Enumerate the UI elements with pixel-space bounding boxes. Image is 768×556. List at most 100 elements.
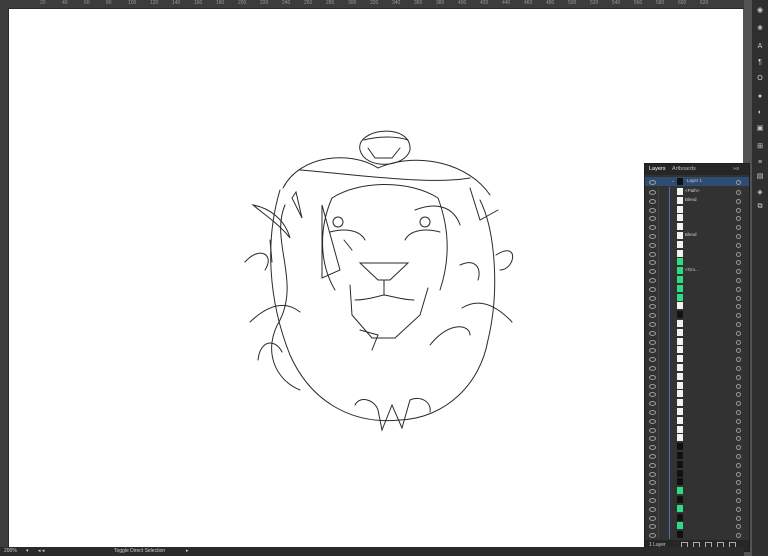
layer-sub-row[interactable] — [645, 477, 749, 487]
visibility-circle-icon[interactable] — [736, 489, 741, 495]
visibility-circle-icon[interactable] — [736, 278, 741, 283]
visibility-circle-icon[interactable] — [736, 445, 741, 451]
visibility-circle-icon[interactable] — [736, 383, 741, 389]
layer-sub-row[interactable] — [645, 433, 749, 443]
eye-icon[interactable] — [649, 269, 656, 275]
layer-row-layer-1[interactable]: ⌄ Layer 1 — [645, 177, 749, 186]
opentype-icon[interactable]: O — [754, 74, 766, 83]
layer-sub-row[interactable] — [645, 451, 749, 460]
eye-icon[interactable] — [649, 313, 656, 319]
visibility-circle-icon[interactable] — [736, 471, 741, 477]
layer-sub-row[interactable] — [645, 301, 749, 311]
eye-icon[interactable] — [649, 190, 656, 195]
layer-sub-row[interactable] — [645, 248, 749, 258]
status-arrow-icon[interactable]: ▸ — [186, 547, 189, 556]
eye-icon[interactable] — [649, 533, 656, 539]
visibility-circle-icon[interactable] — [736, 260, 741, 266]
lock-column[interactable] — [658, 442, 659, 452]
eye-icon[interactable] — [649, 392, 656, 398]
tab-artboards[interactable]: Artboards — [672, 166, 696, 172]
panel-menu-icon[interactable]: »≡ — [733, 166, 739, 172]
layer-sub-row[interactable] — [645, 459, 749, 469]
eye-icon[interactable] — [649, 260, 656, 266]
eye-icon[interactable] — [649, 436, 656, 442]
layer-sub-row[interactable] — [645, 204, 749, 214]
eye-icon[interactable] — [649, 427, 656, 433]
layer-sub-row[interactable] — [645, 310, 749, 320]
lock-column[interactable] — [658, 459, 659, 469]
visibility-circle-icon[interactable] — [736, 190, 741, 195]
eye-icon[interactable] — [649, 251, 656, 257]
eye-icon[interactable] — [649, 374, 656, 380]
layer-row-label[interactable]: Blend — [685, 197, 697, 202]
layer-sub-row[interactable] — [645, 415, 749, 425]
visibility-circle-icon[interactable] — [736, 462, 741, 468]
left-ruler[interactable] — [0, 8, 9, 548]
lock-column[interactable] — [658, 521, 659, 531]
visibility-circle-icon[interactable] — [736, 234, 741, 239]
visibility-circle-icon[interactable] — [736, 269, 741, 275]
eye-icon[interactable] — [649, 383, 656, 389]
visibility-circle-icon[interactable] — [736, 313, 741, 319]
lock-column[interactable] — [658, 477, 659, 487]
layer-sub-row[interactable] — [645, 503, 749, 513]
lock-column[interactable] — [658, 187, 659, 196]
layer-sub-row[interactable] — [645, 275, 749, 284]
visibility-circle-icon[interactable] — [736, 480, 741, 486]
layer-sub-row[interactable] — [645, 363, 749, 372]
eye-icon[interactable] — [649, 278, 656, 283]
eye-icon[interactable] — [649, 242, 656, 248]
eye-icon[interactable] — [649, 207, 656, 213]
visibility-circle-icon[interactable] — [736, 322, 741, 327]
layer-sub-row[interactable] — [645, 292, 749, 302]
lock-column[interactable] — [658, 275, 659, 284]
layer-sub-row[interactable] — [645, 530, 749, 540]
eye-icon[interactable] — [649, 515, 656, 521]
layer-sub-row[interactable] — [645, 380, 749, 390]
lock-column[interactable] — [658, 231, 659, 240]
lock-column[interactable] — [658, 486, 659, 496]
eye-icon[interactable] — [649, 410, 656, 415]
layer-sub-row[interactable] — [645, 512, 749, 522]
lock-column[interactable] — [658, 354, 659, 364]
eye-icon[interactable] — [649, 462, 656, 468]
character-icon[interactable]: A — [754, 42, 766, 51]
layer-sub-row[interactable]: Blend — [645, 195, 749, 205]
visibility-circle-icon[interactable] — [736, 436, 741, 442]
symbols-icon[interactable]: ❀ — [754, 24, 766, 33]
eye-icon[interactable] — [649, 216, 656, 222]
layer-sub-row[interactable] — [645, 345, 749, 355]
visibility-circle-icon[interactable] — [736, 392, 741, 398]
layer-sub-row[interactable] — [645, 389, 749, 399]
lock-column[interactable] — [658, 283, 659, 293]
eye-icon[interactable] — [649, 339, 656, 345]
lock-column[interactable] — [658, 266, 659, 276]
lock-column[interactable] — [658, 345, 659, 355]
eye-icon[interactable] — [649, 454, 656, 459]
lock-column[interactable] — [658, 222, 659, 232]
layer-sub-row[interactable] — [645, 407, 749, 416]
lock-column[interactable] — [658, 468, 659, 478]
lock-column[interactable] — [658, 327, 659, 337]
visibility-circle-icon[interactable] — [736, 515, 741, 521]
lock-column[interactable] — [658, 336, 659, 346]
eye-icon[interactable] — [649, 480, 656, 486]
eye-icon[interactable] — [649, 357, 656, 363]
lock-column[interactable] — [658, 424, 659, 434]
lock-column[interactable] — [658, 380, 659, 390]
eye-icon[interactable] — [649, 489, 656, 495]
zoom-dropdown-icon[interactable]: ▾ — [26, 547, 29, 556]
lock-column[interactable] — [658, 239, 659, 249]
visibility-circle-icon[interactable] — [736, 454, 741, 459]
lock-column[interactable] — [658, 371, 659, 381]
visibility-circle-icon[interactable] — [736, 225, 741, 231]
eye-icon[interactable] — [649, 234, 656, 239]
brushes-icon[interactable]: ◐ — [754, 108, 766, 117]
layer-sub-row[interactable] — [645, 371, 749, 381]
layer-sub-row[interactable]: <Gro... — [645, 266, 749, 276]
eye-icon[interactable] — [649, 286, 656, 292]
artboards-icon[interactable]: ⧉ — [754, 202, 766, 211]
lock-column[interactable] — [658, 301, 659, 311]
graphic-styles-icon[interactable]: ▣ — [754, 124, 766, 133]
visibility-circle-icon[interactable] — [736, 216, 741, 222]
